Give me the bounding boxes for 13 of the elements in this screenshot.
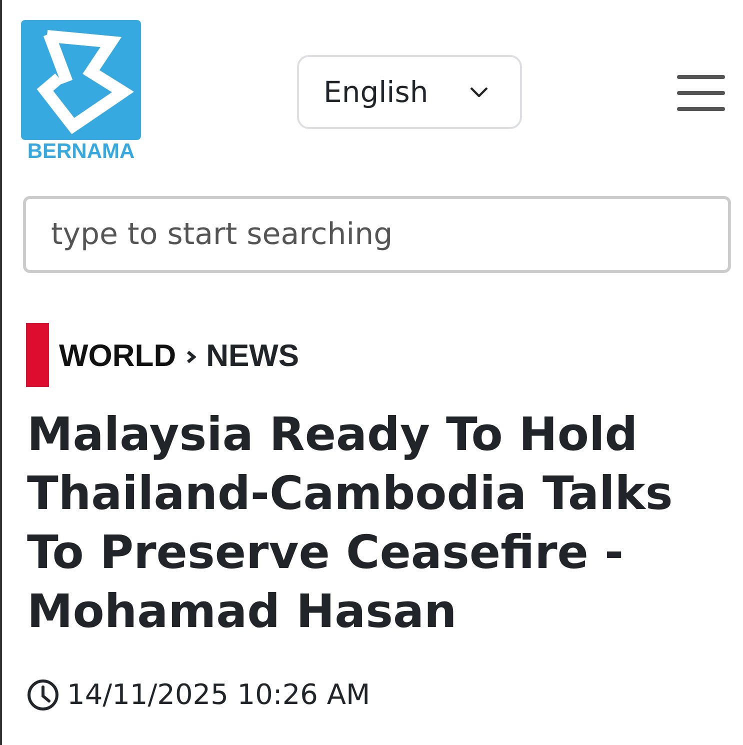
publish-date: 14/11/2025 10:26 AM <box>67 678 370 711</box>
logo-icon[interactable] <box>21 20 141 140</box>
section-marker <box>26 323 49 387</box>
language-select[interactable]: English <box>296 55 522 129</box>
chevron-down-icon <box>470 87 488 97</box>
search-field[interactable]: type to start searching <box>23 196 731 273</box>
menu-icon[interactable] <box>677 75 725 111</box>
breadcrumb-link[interactable]: NEWS <box>206 338 300 374</box>
clock-icon <box>27 678 59 710</box>
article-headline: Malaysia Ready To Hold Thailand-Cambodia Talks To Preserve Ceasefire - Mohamad Hasan <box>27 406 674 640</box>
chevron-right-icon <box>186 350 196 364</box>
breadcrumb-link[interactable]: WORLD <box>59 338 176 374</box>
logo-wordmark: BERNAMA <box>27 141 135 163</box>
